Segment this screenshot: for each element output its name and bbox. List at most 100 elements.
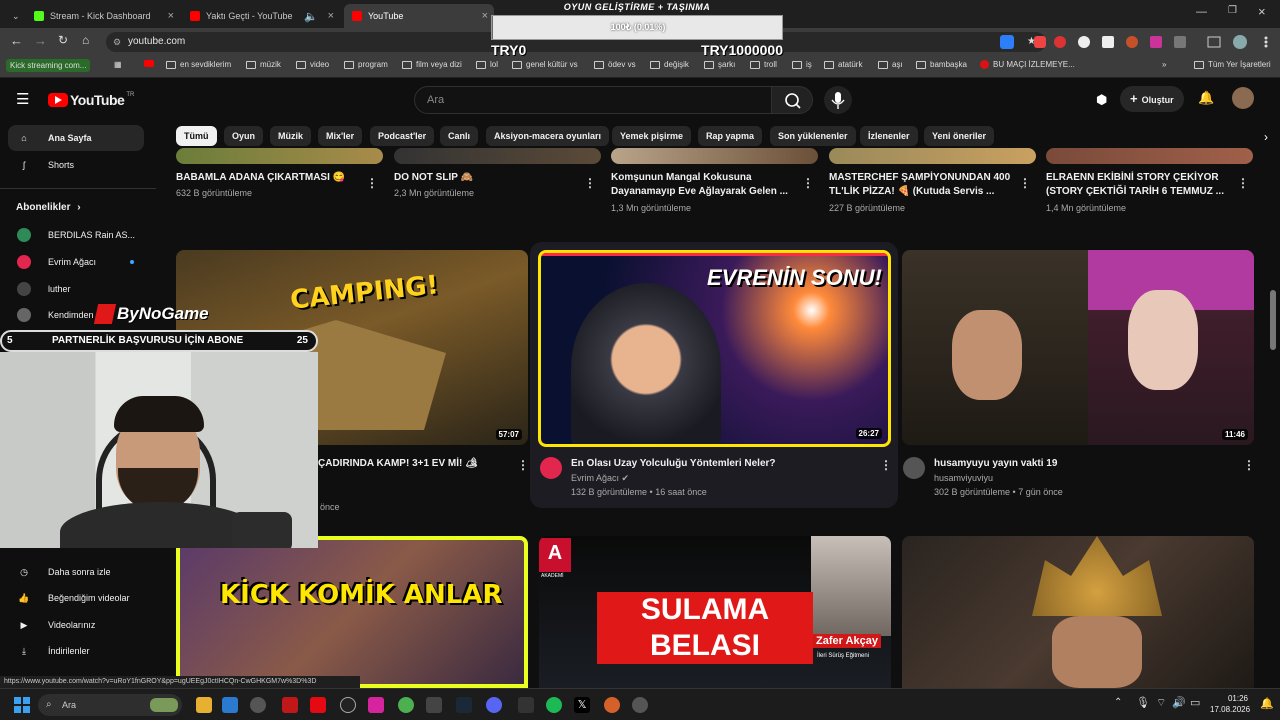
sidebar-item-liked[interactable]: 👍 Beğendiğim videolar xyxy=(8,585,144,611)
bookmark-folder[interactable]: troll xyxy=(750,60,777,69)
apps-icon[interactable]: ▦ xyxy=(114,60,122,69)
video-title[interactable]: DO NOT SLIP 🙈 xyxy=(394,171,584,185)
back-icon[interactable]: ← xyxy=(10,33,23,48)
bookmark-folder[interactable]: program xyxy=(344,60,388,69)
video-title[interactable]: Komşunun Mangal Kokusuna Dayanamayıp Eve … xyxy=(611,171,811,199)
create-button[interactable]: + Oluştur xyxy=(1120,86,1184,112)
forward-icon[interactable]: → xyxy=(34,33,47,48)
bookmark-folder[interactable]: şarkı xyxy=(704,60,735,69)
extension-icons[interactable] xyxy=(1030,34,1280,50)
video-title[interactable]: BABAMLA ADANA ÇIKARTMASI 😋 xyxy=(176,171,366,185)
more-options-icon[interactable]: ⋮ xyxy=(1237,176,1249,190)
bookmark-folder[interactable]: film veya dizi xyxy=(402,60,462,69)
taskbar-search[interactable]: ⌕ Ara xyxy=(38,694,182,716)
all-bookmarks[interactable]: Tüm Yer İşaretleri xyxy=(1194,60,1271,69)
more-options-icon[interactable]: ⋮ xyxy=(584,176,596,190)
app-icon[interactable] xyxy=(282,697,298,713)
bookmark-item[interactable]: BU MAÇI İZLEMEYE... xyxy=(980,60,1075,69)
video-title[interactable]: ÇADIRINDA KAMP! 3+1 EV Mİ! 🏕 xyxy=(318,457,508,471)
chip-cooking[interactable]: Yemek pişirme xyxy=(612,126,692,146)
video-thumbnail[interactable]: A AKADEMİ SULAMA BELASI Zafer Akçay İler… xyxy=(539,536,891,688)
video-thumbnail[interactable] xyxy=(829,148,1036,164)
tray-overflow-icon[interactable]: ⌃ xyxy=(1114,697,1122,708)
bookmark-folder[interactable]: değişik xyxy=(650,60,689,69)
chip-all[interactable]: Tümü xyxy=(176,126,217,146)
channel-name[interactable]: Evrim Ağacı ✔ xyxy=(571,473,629,484)
home-icon[interactable]: ⌂ xyxy=(82,33,89,47)
more-options-icon[interactable]: ⋮ xyxy=(880,458,892,472)
site-info-icon[interactable]: ⚙ xyxy=(113,32,121,52)
more-options-icon[interactable]: ⋮ xyxy=(1019,176,1031,190)
video-thumbnail[interactable] xyxy=(1046,148,1253,164)
translate-icon[interactable] xyxy=(1000,35,1014,49)
chip-new-to-you[interactable]: Yeni öneriler xyxy=(924,126,995,146)
x-icon[interactable]: 𝕏 xyxy=(574,697,590,713)
steam-icon[interactable] xyxy=(456,697,472,713)
bookmark-folder[interactable]: atatürk xyxy=(824,60,862,69)
tab-youtube[interactable]: YouTube × xyxy=(344,4,494,28)
obs-icon[interactable] xyxy=(632,697,648,713)
discord-icon[interactable] xyxy=(486,697,502,713)
chip-recently-uploaded[interactable]: Son yüklenenler xyxy=(770,126,856,146)
close-icon[interactable]: × xyxy=(168,10,174,22)
video-thumbnail[interactable] xyxy=(611,148,818,164)
claude-icon[interactable] xyxy=(604,697,620,713)
cast-icon[interactable]: ⬢ xyxy=(1096,92,1107,108)
close-icon[interactable]: × xyxy=(328,10,334,22)
page-scrollbar-thumb[interactable] xyxy=(1270,290,1276,350)
sidebar-item-sub[interactable]: Evrim Ağacı xyxy=(8,249,144,275)
tab-list-button[interactable]: ⌄ xyxy=(4,4,24,28)
clock[interactable]: 01:26 17.08.2026 xyxy=(1210,693,1250,715)
menu-icon[interactable]: ☰ xyxy=(16,90,32,108)
bookmark-folder[interactable]: en sevdiklerim xyxy=(166,60,231,69)
minimize-icon[interactable]: — xyxy=(1196,6,1207,18)
windows-start-icon[interactable] xyxy=(14,697,30,713)
reload-icon[interactable]: ↻ xyxy=(58,33,68,47)
video-thumbnail[interactable]: KİCK KOMİK ANLAR xyxy=(176,536,528,688)
bell-icon[interactable]: 🔔 xyxy=(1198,90,1214,106)
video-thumbnail[interactable]: 11:46 xyxy=(902,250,1254,445)
chip-music[interactable]: Müzik xyxy=(270,126,312,146)
sidebar-item-sub[interactable]: luther xyxy=(8,276,144,302)
chip-podcasts[interactable]: Podcast'ler xyxy=(370,126,435,146)
sidebar-item-your-videos[interactable]: ▶ Videolarınız xyxy=(8,612,144,638)
close-icon[interactable]: × xyxy=(482,10,488,22)
bookmark-folder[interactable]: müzik xyxy=(246,60,281,69)
bookmark-folder[interactable]: aşı xyxy=(878,60,903,69)
sidebar-item-sub[interactable]: BERDILAS Rain AS... xyxy=(8,222,144,248)
bookmark-kick[interactable]: Kick streaming com... xyxy=(6,59,91,72)
more-bookmarks-icon[interactable]: » xyxy=(1162,60,1166,69)
bookmark-folder[interactable]: genel kültür vs xyxy=(512,60,578,69)
more-options-icon[interactable]: ⋮ xyxy=(802,176,814,190)
youtube-logo[interactable]: YouTube TR xyxy=(48,92,134,108)
file-explorer-icon[interactable] xyxy=(196,697,212,713)
tab-kick[interactable]: Stream - Kick Dashboard × xyxy=(26,4,180,28)
wifi-icon[interactable]: ⌔ xyxy=(1156,696,1166,710)
chip-action-adventure[interactable]: Aksiyon-macera oyunları xyxy=(486,126,610,146)
bookmark-folder[interactable]: iş xyxy=(792,60,812,69)
video-thumbnail[interactable]: EVRENİN SONU! 26:27 xyxy=(538,250,891,447)
avatar[interactable] xyxy=(1232,87,1254,109)
notification-bell-icon[interactable]: 🔔 xyxy=(1260,697,1274,710)
sidebar-item-home[interactable]: ⌂ Ana Sayfa xyxy=(8,125,144,151)
channel-avatar[interactable] xyxy=(540,457,562,479)
maximize-icon[interactable]: ❐ xyxy=(1228,5,1237,16)
speaker-icon[interactable]: 🔈 xyxy=(304,10,318,23)
video-thumbnail[interactable] xyxy=(176,148,383,164)
bookmark-folder[interactable]: video xyxy=(296,60,329,69)
video-title[interactable]: ELRAENN EKİBİNİ STORY ÇEKİYOR (STORY ÇEKT… xyxy=(1046,171,1236,199)
video-title[interactable]: husamyuyu yayın vakti 19 xyxy=(934,457,1234,471)
bookmark-folder[interactable]: lol xyxy=(476,60,498,69)
subscriptions-heading[interactable]: Abonelikler › xyxy=(16,202,81,213)
spotify-icon[interactable] xyxy=(546,697,562,713)
volume-icon[interactable]: 🔊 xyxy=(1172,696,1186,709)
chip-live[interactable]: Canlı xyxy=(440,126,479,146)
chip-mixes[interactable]: Mix'ler xyxy=(318,126,363,146)
voice-search-button[interactable] xyxy=(824,86,852,114)
chip-rap[interactable]: Rap yapma xyxy=(698,126,763,146)
battery-icon[interactable]: ▭ xyxy=(1190,696,1200,709)
sidebar-item-watch-later[interactable]: ◷ Daha sonra izle xyxy=(8,559,144,585)
more-options-icon[interactable]: ⋮ xyxy=(366,176,378,190)
tab-yakti-gecti[interactable]: Yaktı Geçti - YouTube 🔈 × xyxy=(182,4,340,28)
video-title[interactable]: En Olası Uzay Yolculuğu Yöntemleri Neler… xyxy=(571,457,871,471)
